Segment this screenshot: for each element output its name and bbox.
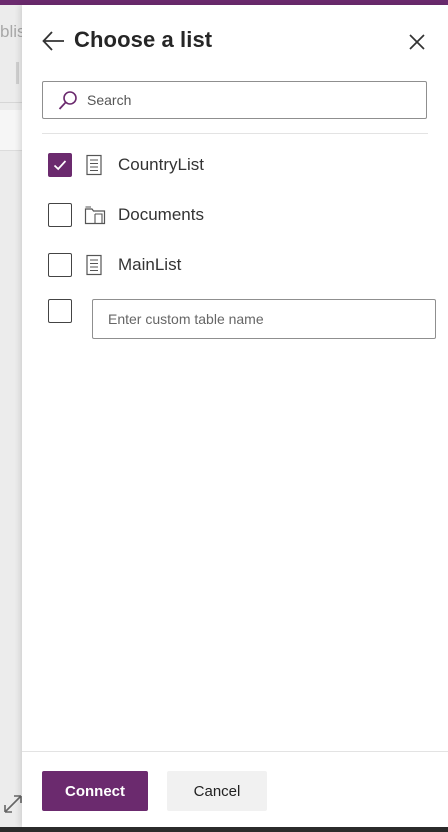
search-box xyxy=(42,81,427,119)
background-glyph xyxy=(16,62,19,84)
mainlist-checkbox[interactable] xyxy=(48,253,72,277)
connect-button[interactable]: Connect xyxy=(42,771,148,811)
custom-table-name-input[interactable] xyxy=(92,299,436,339)
cancel-button[interactable]: Cancel xyxy=(167,771,267,811)
background-row xyxy=(0,110,22,151)
list-item-label: MainList xyxy=(118,255,182,274)
countrylist-checkbox[interactable] xyxy=(48,153,72,177)
list-item-label: CountryList xyxy=(118,155,204,174)
footer-divider xyxy=(22,751,448,752)
search-input[interactable] xyxy=(87,82,417,118)
list-doc-icon xyxy=(86,154,102,176)
documents-checkbox[interactable] xyxy=(48,203,72,227)
checkmark-icon xyxy=(53,160,67,171)
back-arrow-icon[interactable] xyxy=(40,27,68,55)
list-doc-icon xyxy=(86,254,102,276)
bottom-bar xyxy=(0,827,448,832)
library-icon xyxy=(84,206,106,225)
expand-icon[interactable] xyxy=(2,793,24,815)
custom-table-checkbox[interactable] xyxy=(48,299,72,323)
search-icon xyxy=(58,91,77,110)
list-item-mainlist[interactable]: MainList xyxy=(48,253,408,279)
panel-title: Choose a list xyxy=(74,27,213,52)
close-icon[interactable] xyxy=(405,30,429,54)
search-divider xyxy=(42,133,428,134)
list-item-documents[interactable]: Documents xyxy=(48,203,408,229)
list-item-countrylist[interactable]: CountryList xyxy=(48,153,408,179)
background-divider xyxy=(0,102,22,103)
list-item-label: Documents xyxy=(118,205,204,224)
choose-list-panel: Choose a list CountryList Documents xyxy=(22,5,448,827)
